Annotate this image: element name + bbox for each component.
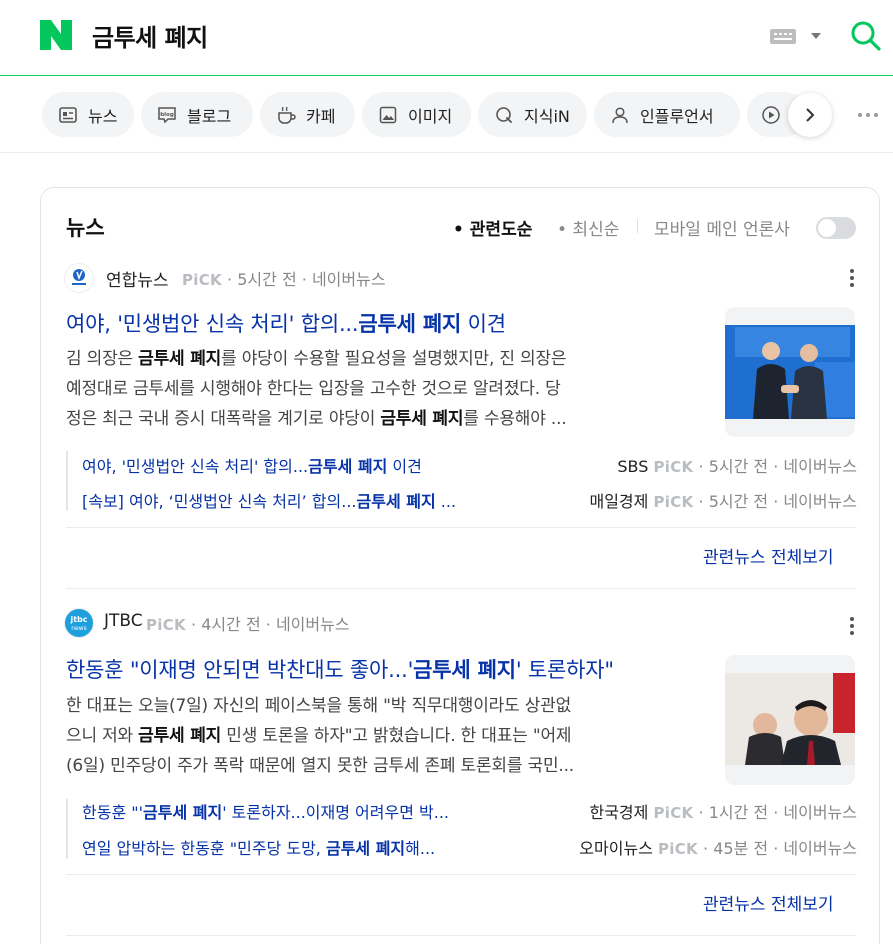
blog-icon: blog (157, 105, 177, 125)
tab-influencer[interactable]: 인플루언서 (594, 92, 740, 137)
article-meta: PiCK · 5시간 전 · 네이버뉴스 (182, 270, 386, 289)
influencer-icon (610, 105, 630, 125)
press-logo-jtbc[interactable]: jtbc news (64, 608, 94, 638)
related-news-item[interactable]: [속보] 여야, ‘민생법안 신속 처리’ 합의...금투세 폐지 ... 매일… (82, 488, 857, 514)
chevron-right-icon (806, 108, 815, 122)
pick-badge: PiCK (146, 616, 186, 634)
article-thumbnail[interactable] (725, 307, 855, 437)
tabs-next-button[interactable] (788, 93, 832, 137)
search-icon[interactable] (850, 20, 882, 52)
search-query[interactable]: 금투세 폐지 (92, 18, 208, 53)
naver-news-link[interactable]: 네이버뉴스 (312, 270, 386, 289)
divider (66, 935, 856, 936)
tab-cafe[interactable]: 카페 (260, 92, 355, 137)
article-summary[interactable]: 한 대표는 오늘(7일) 자신의 페이스북을 통해 "박 직무대행이라도 상관없… (66, 691, 706, 783)
tab-kin[interactable]: 지식iN (478, 92, 587, 137)
sort-relevance[interactable]: • 관련도순 (453, 215, 532, 240)
svg-text:jtbc: jtbc (69, 615, 87, 624)
article-meta: PiCK · 4시간 전 · 네이버뉴스 (146, 615, 350, 634)
sort-latest[interactable]: • 최신순 (557, 215, 619, 240)
divider (66, 588, 856, 589)
divider (66, 527, 856, 528)
naver-logo[interactable] (40, 20, 72, 50)
article-thumbnail[interactable] (725, 655, 855, 785)
tab-label: 블로그 (187, 106, 232, 126)
kin-icon (494, 105, 514, 125)
naver-news-link[interactable]: 네이버뉴스 (276, 615, 350, 634)
tab-image[interactable]: 이미지 (362, 92, 471, 137)
divider (637, 219, 638, 233)
search-tabs: 뉴스 blog 블로그 카페 이미지 지식iN 인플루언서 (0, 77, 893, 153)
press-logo-yonhap[interactable] (64, 263, 94, 293)
svg-text:news: news (71, 625, 87, 632)
image-icon (378, 105, 398, 125)
article-title[interactable]: 한동훈 "이재명 안되면 박찬대도 좋아...'금투세 폐지' 토론하자" (66, 654, 614, 684)
press-name[interactable]: JTBC (104, 611, 143, 631)
tab-blog[interactable]: blog 블로그 (141, 92, 253, 137)
more-icon[interactable] (858, 113, 878, 117)
tab-label: 뉴스 (88, 106, 118, 126)
mobile-main-press-toggle[interactable] (816, 217, 856, 239)
article-summary[interactable]: 김 의장은 금투세 폐지를 야당이 수용할 필요성을 설명했지만, 진 의장은 … (66, 344, 706, 436)
related-news-bar (66, 451, 68, 511)
tab-label: 인플루언서 (640, 106, 714, 126)
search-header: 금투세 폐지 (0, 0, 893, 76)
divider (66, 874, 856, 875)
related-news-item[interactable]: 한동훈 "'금투세 폐지' 토론하자...이재명 어려우면 박... 한국경제 … (82, 799, 857, 825)
related-news-all-link[interactable]: 관련뉴스 전체보기 (703, 890, 834, 915)
video-icon (761, 105, 781, 125)
more-options-icon[interactable] (850, 269, 854, 287)
news-icon (58, 105, 78, 125)
related-news-item[interactable]: 여야, '민생법안 신속 처리' 합의...금투세 폐지 이견 SBS PiCK… (82, 453, 857, 479)
tab-label: 이미지 (408, 106, 453, 126)
tab-news[interactable]: 뉴스 (42, 92, 134, 137)
press-name[interactable]: 연합뉴스 (106, 266, 169, 291)
related-news-item[interactable]: 연일 압박하는 한동훈 "민주당 도망, 금투세 폐지해... 오마이뉴스 Pi… (82, 835, 857, 861)
related-news-bar (66, 799, 68, 859)
article-title[interactable]: 여야, '민생법안 신속 처리' 합의...금투세 폐지 이견 (66, 308, 506, 338)
keyboard-icon[interactable] (770, 29, 796, 44)
mobile-main-press-label: 모바일 메인 언론사 (654, 220, 790, 240)
pick-badge: PiCK (182, 271, 222, 289)
chevron-down-icon[interactable] (811, 33, 821, 39)
related-news-all-link[interactable]: 관련뉴스 전체보기 (703, 543, 834, 568)
tab-label: 카페 (306, 106, 336, 126)
section-title: 뉴스 (66, 216, 105, 240)
cafe-icon (276, 105, 296, 125)
svg-text:blog: blog (160, 112, 174, 118)
more-options-icon[interactable] (850, 617, 854, 635)
tab-label: 지식iN (524, 106, 570, 126)
